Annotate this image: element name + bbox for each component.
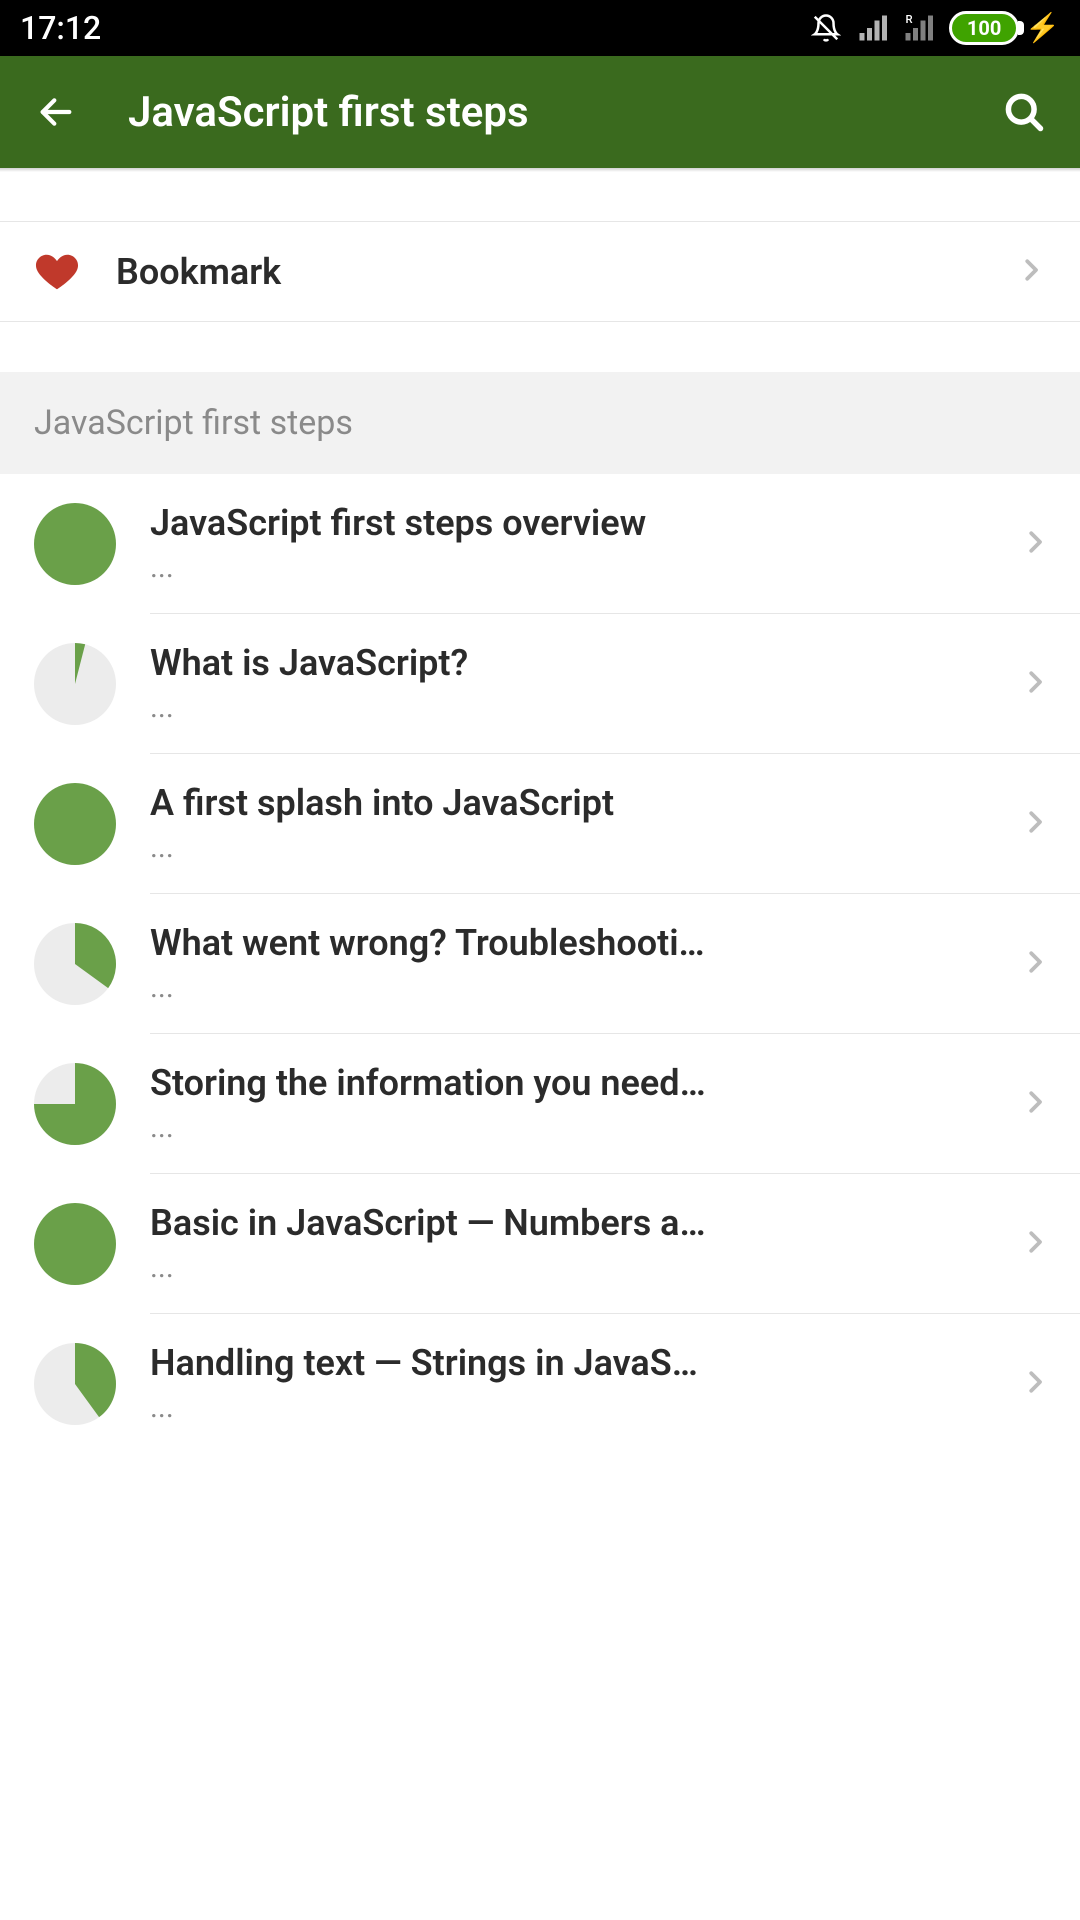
chevron-right-icon <box>1020 947 1050 981</box>
list-item-text: A first splash into JavaScript... <box>150 782 1020 865</box>
list-item-text: Storing the information you need — Va…..… <box>150 1062 1020 1145</box>
list-item-subtitle: ... <box>150 550 1020 585</box>
chevron-right-icon <box>1020 1087 1050 1121</box>
list-item-title: What is JavaScript? <box>150 642 710 684</box>
page-title: JavaScript first steps <box>128 88 952 137</box>
list-item-text: JavaScript first steps overview... <box>150 502 1020 585</box>
lesson-list: JavaScript first steps overview... What … <box>0 474 1080 1453</box>
chevron-right-icon <box>1020 1367 1050 1401</box>
bookmark-top-gap <box>0 172 1080 222</box>
list-item-title: Basic in JavaScript — Numbers and op… <box>150 1202 710 1244</box>
search-icon <box>1002 90 1046 134</box>
list-item-title: Handling text — Strings in JavaScript <box>150 1342 710 1384</box>
battery-level-text: 100 <box>967 18 1001 38</box>
arrow-left-icon <box>36 92 76 132</box>
list-item-text: Basic in JavaScript — Numbers and op…... <box>150 1202 1020 1285</box>
list-item[interactable]: What is JavaScript?... <box>0 614 1080 753</box>
chevron-right-icon <box>1020 527 1050 561</box>
chevron-right-icon <box>1016 255 1046 289</box>
list-item[interactable]: Handling text — Strings in JavaScript... <box>0 1314 1080 1453</box>
bookmark-row[interactable]: Bookmark <box>0 222 1080 322</box>
back-button[interactable] <box>28 84 84 140</box>
svg-text:R: R <box>906 13 913 26</box>
progress-pie-icon <box>34 923 116 1005</box>
progress-pie-icon <box>34 503 116 585</box>
signal-roaming-icon: R <box>903 13 933 43</box>
list-item-title: A first splash into JavaScript <box>150 782 710 824</box>
bookmark-label: Bookmark <box>116 251 1016 293</box>
section-gap <box>0 322 1080 372</box>
progress-pie-icon <box>34 1343 116 1425</box>
app-bar: JavaScript first steps <box>0 56 1080 168</box>
list-item[interactable]: JavaScript first steps overview... <box>0 474 1080 613</box>
list-item[interactable]: What went wrong? Troubleshooting Ja…... <box>0 894 1080 1033</box>
chevron-right-icon <box>1020 667 1050 701</box>
list-item-text: What went wrong? Troubleshooting Ja…... <box>150 922 1020 1005</box>
list-item-title: Storing the information you need — Va… <box>150 1062 710 1104</box>
chevron-right-icon <box>1020 807 1050 841</box>
section-title: JavaScript first steps <box>34 403 353 443</box>
list-item-text: What is JavaScript?... <box>150 642 1020 725</box>
progress-pie-icon <box>34 1063 116 1145</box>
list-item-subtitle: ... <box>150 1250 1020 1285</box>
signal-icon <box>857 13 887 43</box>
progress-pie-icon <box>34 783 116 865</box>
list-item-title: What went wrong? Troubleshooting Ja… <box>150 922 710 964</box>
status-indicators: R 100 ⚡ <box>811 11 1060 45</box>
list-item-text: Handling text — Strings in JavaScript... <box>150 1342 1020 1425</box>
list-item-subtitle: ... <box>150 970 1020 1005</box>
section-header: JavaScript first steps <box>0 372 1080 474</box>
chevron-right-icon <box>1020 1227 1050 1261</box>
list-item-subtitle: ... <box>150 1390 1020 1425</box>
list-item-subtitle: ... <box>150 690 1020 725</box>
heart-icon <box>34 249 116 295</box>
status-bar: 17:12 R 100 ⚡ <box>0 0 1080 56</box>
search-button[interactable] <box>996 84 1052 140</box>
list-item[interactable]: A first splash into JavaScript... <box>0 754 1080 893</box>
status-time: 17:12 <box>20 9 101 47</box>
progress-pie-icon <box>34 643 116 725</box>
battery-indicator: 100 ⚡ <box>949 11 1060 45</box>
charging-icon: ⚡ <box>1025 14 1060 42</box>
list-item[interactable]: Storing the information you need — Va…..… <box>0 1034 1080 1173</box>
list-item-title: JavaScript first steps overview <box>150 502 710 544</box>
list-item-subtitle: ... <box>150 830 1020 865</box>
do-not-disturb-icon <box>811 13 841 43</box>
list-item-subtitle: ... <box>150 1110 1020 1145</box>
progress-pie-icon <box>34 1203 116 1285</box>
list-item[interactable]: Basic in JavaScript — Numbers and op…... <box>0 1174 1080 1313</box>
